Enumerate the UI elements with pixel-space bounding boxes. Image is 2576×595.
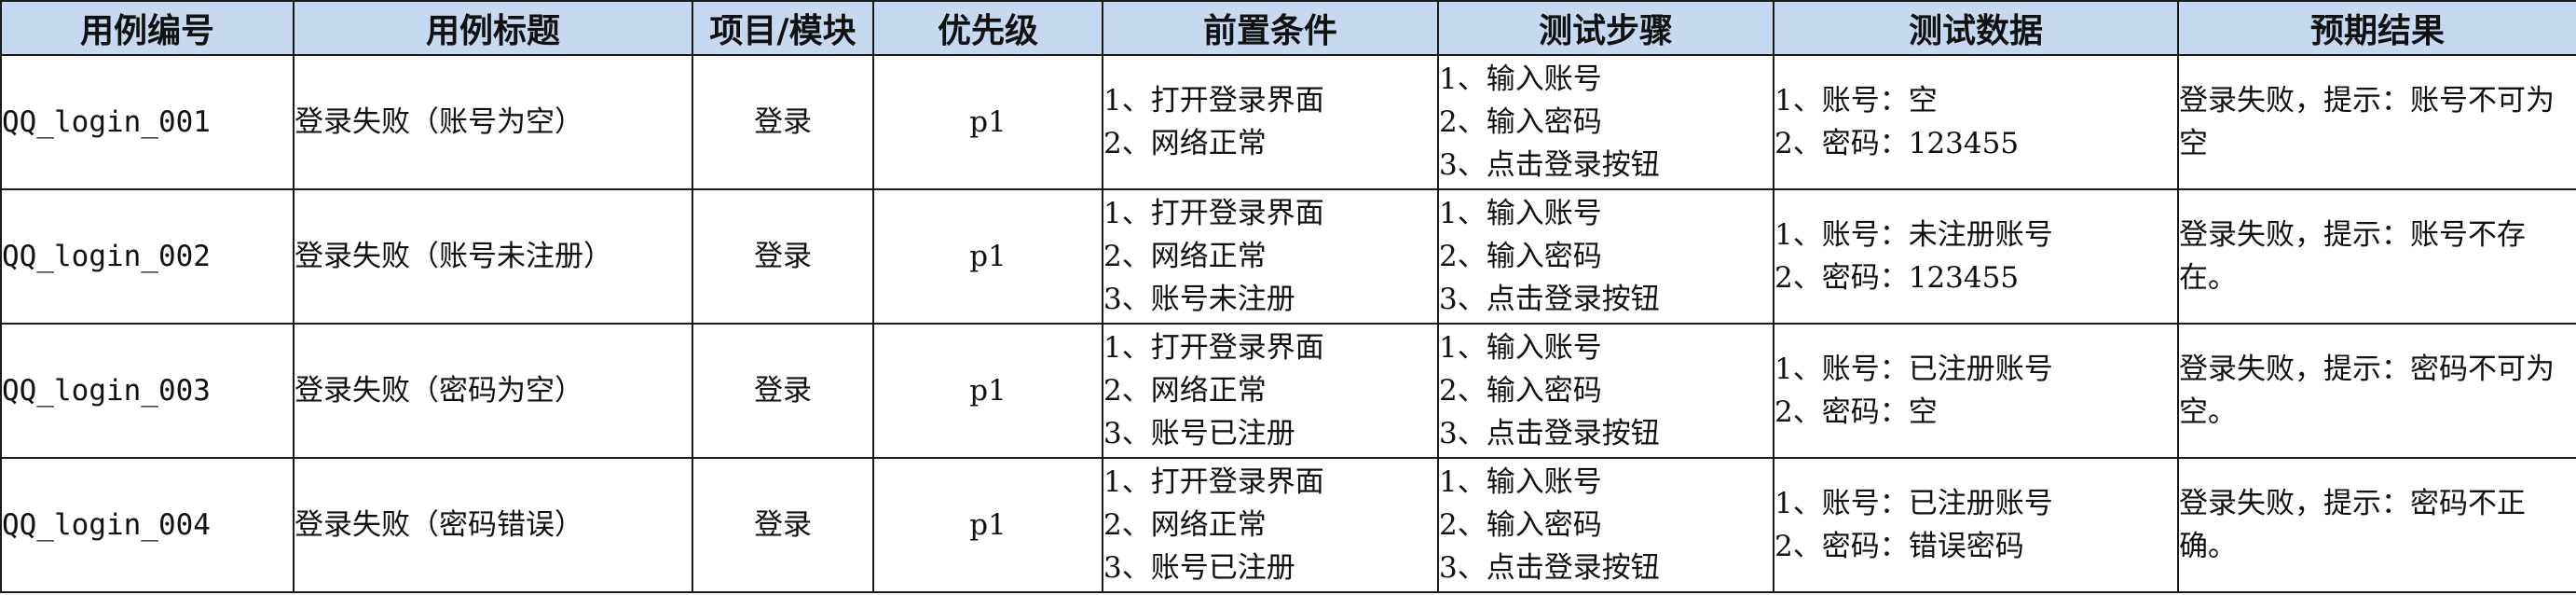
precondition-line: 2、网络正常 (1103, 374, 1267, 408)
precondition-line: 2、网络正常 (1103, 127, 1267, 160)
step-line: 2、输入密码 (1439, 508, 1602, 542)
cell-module[interactable]: 登录 (692, 323, 874, 459)
cell-case-title[interactable]: 登录失败（账号未注册） (293, 188, 693, 325)
cell-case-id[interactable]: QQ_login_001 (0, 54, 295, 190)
cell-test-data[interactable]: 1、账号：已注册账号 2、密码：错误密码 (1773, 457, 2179, 593)
test-case-table: 用例编号 用例标题 项目/模块 优先级 前置条件 测试步骤 测试数据 预期结果 … (0, 0, 2576, 593)
cell-test-data[interactable]: 1、账号：已注册账号 2、密码：空 (1773, 323, 2179, 459)
cell-case-id[interactable]: QQ_login_004 (0, 457, 295, 593)
precondition-line: 2、网络正常 (1103, 508, 1267, 542)
cell-test-data[interactable]: 1、账号：空 2、密码：123455 (1773, 54, 2179, 190)
cell-test-data[interactable]: 1、账号：未注册账号 2、密码：123455 (1773, 188, 2179, 325)
step-line: 1、输入账号 (1439, 465, 1602, 499)
cell-case-title[interactable]: 登录失败（密码为空） (293, 323, 693, 459)
cell-priority[interactable]: p1 (872, 323, 1103, 459)
precondition-line: 1、打开登录界面 (1103, 465, 1324, 499)
cell-case-id[interactable]: QQ_login_002 (0, 188, 295, 325)
table-row: QQ_login_001 登录失败（账号为空） 登录 p1 1、打开登录界面 2… (0, 54, 2576, 190)
cell-preconditions[interactable]: 1、打开登录界面 2、网络正常 (1102, 54, 1439, 190)
step-line: 3、点击登录按钮 (1439, 551, 1660, 585)
header-module[interactable]: 项目/模块 (692, 0, 874, 56)
test-data-line: 2、密码：123455 (1774, 127, 2020, 160)
cell-expected[interactable]: 登录失败，提示：密码不正确。 (2177, 457, 2576, 593)
step-line: 3、点击登录按钮 (1439, 283, 1660, 316)
test-data-line: 1、账号：未注册账号 (1774, 218, 2053, 252)
cell-case-title[interactable]: 登录失败（账号为空） (293, 54, 693, 190)
cell-priority[interactable]: p1 (872, 188, 1103, 325)
step-line: 2、输入密码 (1439, 374, 1602, 408)
step-line: 2、输入密码 (1439, 105, 1602, 139)
cell-priority[interactable]: p1 (872, 457, 1103, 593)
precondition-line: 1、打开登录界面 (1103, 331, 1324, 365)
header-test-data[interactable]: 测试数据 (1773, 0, 2179, 56)
precondition-line: 1、打开登录界面 (1103, 197, 1324, 230)
header-steps[interactable]: 测试步骤 (1437, 0, 1774, 56)
test-data-line: 2、密码：123455 (1774, 261, 2020, 295)
cell-case-title[interactable]: 登录失败（密码错误） (293, 457, 693, 593)
header-expected[interactable]: 预期结果 (2177, 0, 2576, 56)
step-line: 1、输入账号 (1439, 331, 1602, 365)
step-line: 1、输入账号 (1439, 197, 1602, 230)
cell-priority[interactable]: p1 (872, 54, 1103, 190)
precondition-line: 3、账号已注册 (1103, 551, 1295, 585)
cell-steps[interactable]: 1、输入账号 2、输入密码 3、点击登录按钮 (1437, 54, 1774, 190)
header-preconditions[interactable]: 前置条件 (1102, 0, 1439, 56)
step-line: 2、输入密码 (1439, 240, 1602, 273)
cell-steps[interactable]: 1、输入账号 2、输入密码 3、点击登录按钮 (1437, 457, 1774, 593)
test-data-line: 2、密码：空 (1774, 395, 1938, 429)
cell-expected[interactable]: 登录失败，提示：账号不可为空 (2177, 54, 2576, 190)
step-line: 3、点击登录按钮 (1439, 417, 1660, 450)
cell-preconditions[interactable]: 1、打开登录界面 2、网络正常 3、账号未注册 (1102, 188, 1439, 325)
cell-module[interactable]: 登录 (692, 457, 874, 593)
test-data-line: 2、密码：错误密码 (1774, 530, 2024, 563)
precondition-line: 3、账号未注册 (1103, 283, 1295, 316)
table-row: QQ_login_002 登录失败（账号未注册） 登录 p1 1、打开登录界面 … (0, 188, 2576, 325)
precondition-line: 3、账号已注册 (1103, 417, 1295, 450)
cell-expected[interactable]: 登录失败，提示：密码不可为空。 (2177, 323, 2576, 459)
precondition-line: 2、网络正常 (1103, 240, 1267, 273)
test-data-line: 1、账号：已注册账号 (1774, 487, 2053, 520)
precondition-line: 1、打开登录界面 (1103, 84, 1324, 118)
table-row: QQ_login_003 登录失败（密码为空） 登录 p1 1、打开登录界面 2… (0, 323, 2576, 459)
step-line: 1、输入账号 (1439, 62, 1602, 96)
cell-steps[interactable]: 1、输入账号 2、输入密码 3、点击登录按钮 (1437, 323, 1774, 459)
cell-case-id[interactable]: QQ_login_003 (0, 323, 295, 459)
header-priority[interactable]: 优先级 (872, 0, 1103, 56)
step-line: 3、点击登录按钮 (1439, 148, 1660, 182)
header-case-title[interactable]: 用例标题 (293, 0, 693, 56)
test-data-line: 1、账号：空 (1774, 84, 1938, 118)
cell-expected[interactable]: 登录失败，提示：账号不存在。 (2177, 188, 2576, 325)
cell-steps[interactable]: 1、输入账号 2、输入密码 3、点击登录按钮 (1437, 188, 1774, 325)
cell-module[interactable]: 登录 (692, 188, 874, 325)
cell-preconditions[interactable]: 1、打开登录界面 2、网络正常 3、账号已注册 (1102, 457, 1439, 593)
test-data-line: 1、账号：已注册账号 (1774, 353, 2053, 386)
cell-module[interactable]: 登录 (692, 54, 874, 190)
table-row: QQ_login_004 登录失败（密码错误） 登录 p1 1、打开登录界面 2… (0, 457, 2576, 593)
header-row: 用例编号 用例标题 项目/模块 优先级 前置条件 测试步骤 测试数据 预期结果 (0, 0, 2576, 56)
header-case-id[interactable]: 用例编号 (0, 0, 295, 56)
cell-preconditions[interactable]: 1、打开登录界面 2、网络正常 3、账号已注册 (1102, 323, 1439, 459)
